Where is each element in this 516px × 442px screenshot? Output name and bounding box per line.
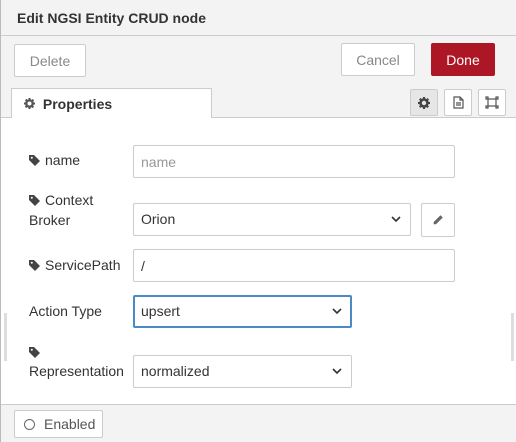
circle-icon xyxy=(24,418,35,430)
representation-select[interactable]: normalized xyxy=(133,355,352,388)
representation-tag xyxy=(29,342,45,362)
context-broker-value: Orion xyxy=(141,211,176,227)
service-path-value: / xyxy=(141,258,145,274)
tag-icon xyxy=(29,347,40,358)
service-path-label: ServicePath xyxy=(29,255,120,275)
action-type-value: upsert xyxy=(141,303,180,319)
context-broker-select[interactable]: Orion xyxy=(133,203,411,236)
representation-value: normalized xyxy=(141,363,210,379)
enabled-toggle[interactable]: Enabled xyxy=(14,410,103,438)
name-placeholder: name xyxy=(141,154,177,170)
chevron-down-icon xyxy=(391,216,401,223)
gear-icon xyxy=(418,96,430,109)
resize-grip-left[interactable] xyxy=(4,313,7,361)
delete-button[interactable]: Delete xyxy=(14,44,86,77)
service-path-input[interactable]: / xyxy=(133,249,455,282)
tray-title: Edit NGSI Entity CRUD node xyxy=(1,0,516,36)
enabled-label: Enabled xyxy=(44,416,96,432)
tab-description[interactable] xyxy=(444,89,472,116)
context-broker-label: Context Broker xyxy=(29,192,94,228)
tray-toolbar: Delete Cancel Done xyxy=(1,36,516,88)
done-button[interactable]: Done xyxy=(431,43,495,76)
name-input[interactable]: name xyxy=(133,145,455,178)
edit-context-broker-button[interactable] xyxy=(421,203,455,237)
chevron-down-icon xyxy=(332,368,342,375)
name-label: name xyxy=(29,150,80,170)
tag-icon xyxy=(29,195,40,206)
tab-settings[interactable] xyxy=(410,89,438,116)
representation-label: Representation xyxy=(29,363,124,379)
action-type-select[interactable]: upsert xyxy=(133,295,352,328)
tab-appearance[interactable] xyxy=(478,89,506,116)
chevron-down-icon xyxy=(332,308,342,315)
tab-bar: Properties xyxy=(1,88,516,119)
resize-grip-right[interactable] xyxy=(511,313,514,361)
tab-properties-label: Properties xyxy=(42,96,113,112)
tray-footer: Enabled xyxy=(1,404,516,442)
tag-icon xyxy=(29,155,40,166)
action-type-label: Action Type xyxy=(29,303,102,319)
gear-icon xyxy=(24,96,39,112)
appearance-icon xyxy=(485,96,499,109)
pencil-icon xyxy=(433,215,443,225)
properties-panel: name name Context Broker Orion ServicePat… xyxy=(1,118,516,404)
description-icon xyxy=(452,96,464,109)
tag-icon xyxy=(29,260,40,271)
cancel-button[interactable]: Cancel xyxy=(341,43,415,76)
edit-tray: Edit NGSI Entity CRUD node Delete Cancel… xyxy=(0,0,516,442)
tab-properties[interactable]: Properties xyxy=(11,88,212,119)
